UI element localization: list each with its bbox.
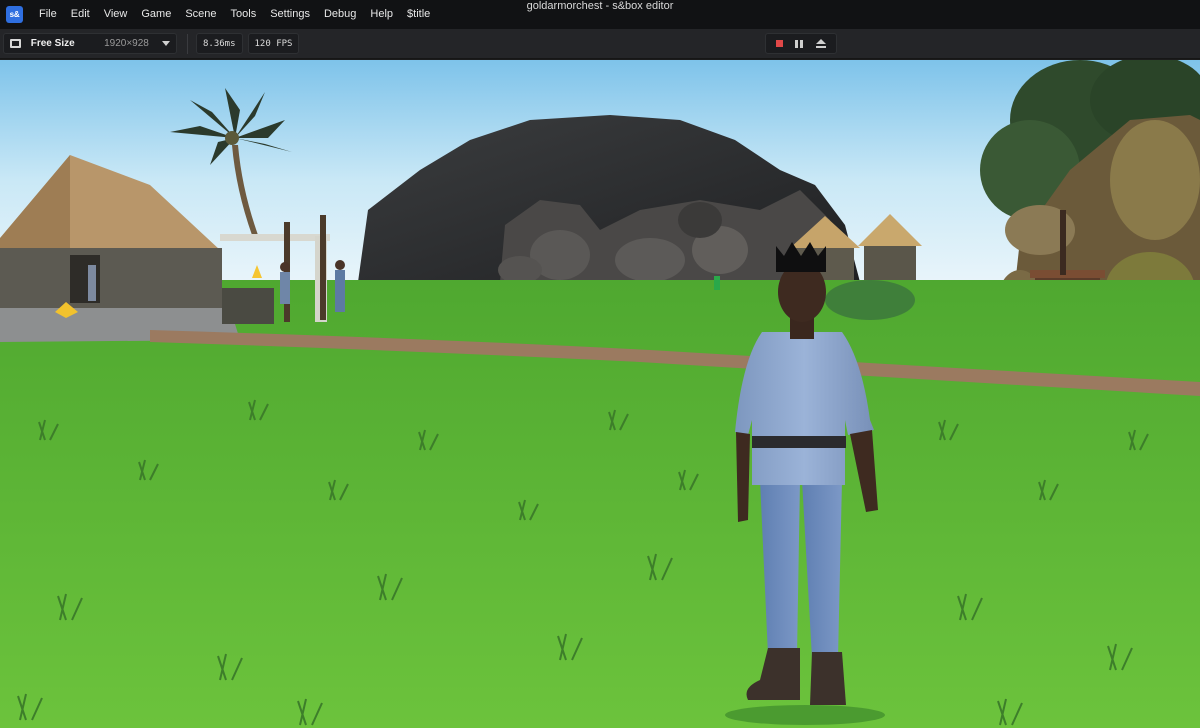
- toolbar-divider: [187, 33, 188, 54]
- main-menu: File Edit View Game Scene Tools Settings…: [32, 0, 437, 29]
- menu-tools[interactable]: Tools: [224, 0, 264, 29]
- menu-help[interactable]: Help: [363, 0, 400, 29]
- viewport-size-dropdown[interactable]: Free Size 1920×928: [3, 33, 177, 54]
- menu-bar: s& File Edit View Game Scene Tools Setti…: [0, 0, 1200, 29]
- viewport-size-label: Free Size: [30, 38, 75, 49]
- menu-scene[interactable]: Scene: [178, 0, 223, 29]
- game-viewport[interactable]: [0, 60, 1200, 728]
- game-scene: [0, 60, 1200, 728]
- eject-icon[interactable]: [815, 38, 826, 49]
- viewport-toolbar: Free Size 1920×928 8.36ms 120 FPS: [0, 29, 1200, 59]
- sbox-logo-icon[interactable]: s&: [6, 6, 23, 23]
- grass-field: [0, 280, 1200, 728]
- chevron-down-icon: [162, 41, 170, 46]
- character-shadow: [725, 705, 885, 725]
- menu-debug[interactable]: Debug: [317, 0, 363, 29]
- fps-readout: 120 FPS: [247, 33, 300, 54]
- play-controls: [765, 33, 837, 54]
- menu-edit[interactable]: Edit: [64, 0, 97, 29]
- menu-view[interactable]: View: [97, 0, 135, 29]
- menu-settings[interactable]: Settings: [263, 0, 317, 29]
- viewport-size-dimensions: 1920×928: [104, 38, 149, 49]
- frame-time-readout: 8.36ms: [196, 33, 243, 54]
- frame-icon: [10, 39, 21, 48]
- green-npc: [714, 276, 720, 290]
- bush: [825, 280, 915, 320]
- menu-file[interactable]: File: [32, 0, 64, 29]
- stop-icon[interactable]: [776, 40, 784, 47]
- pause-icon[interactable]: [795, 39, 804, 48]
- menu-game[interactable]: Game: [134, 0, 178, 29]
- menu-title[interactable]: $title: [400, 0, 437, 29]
